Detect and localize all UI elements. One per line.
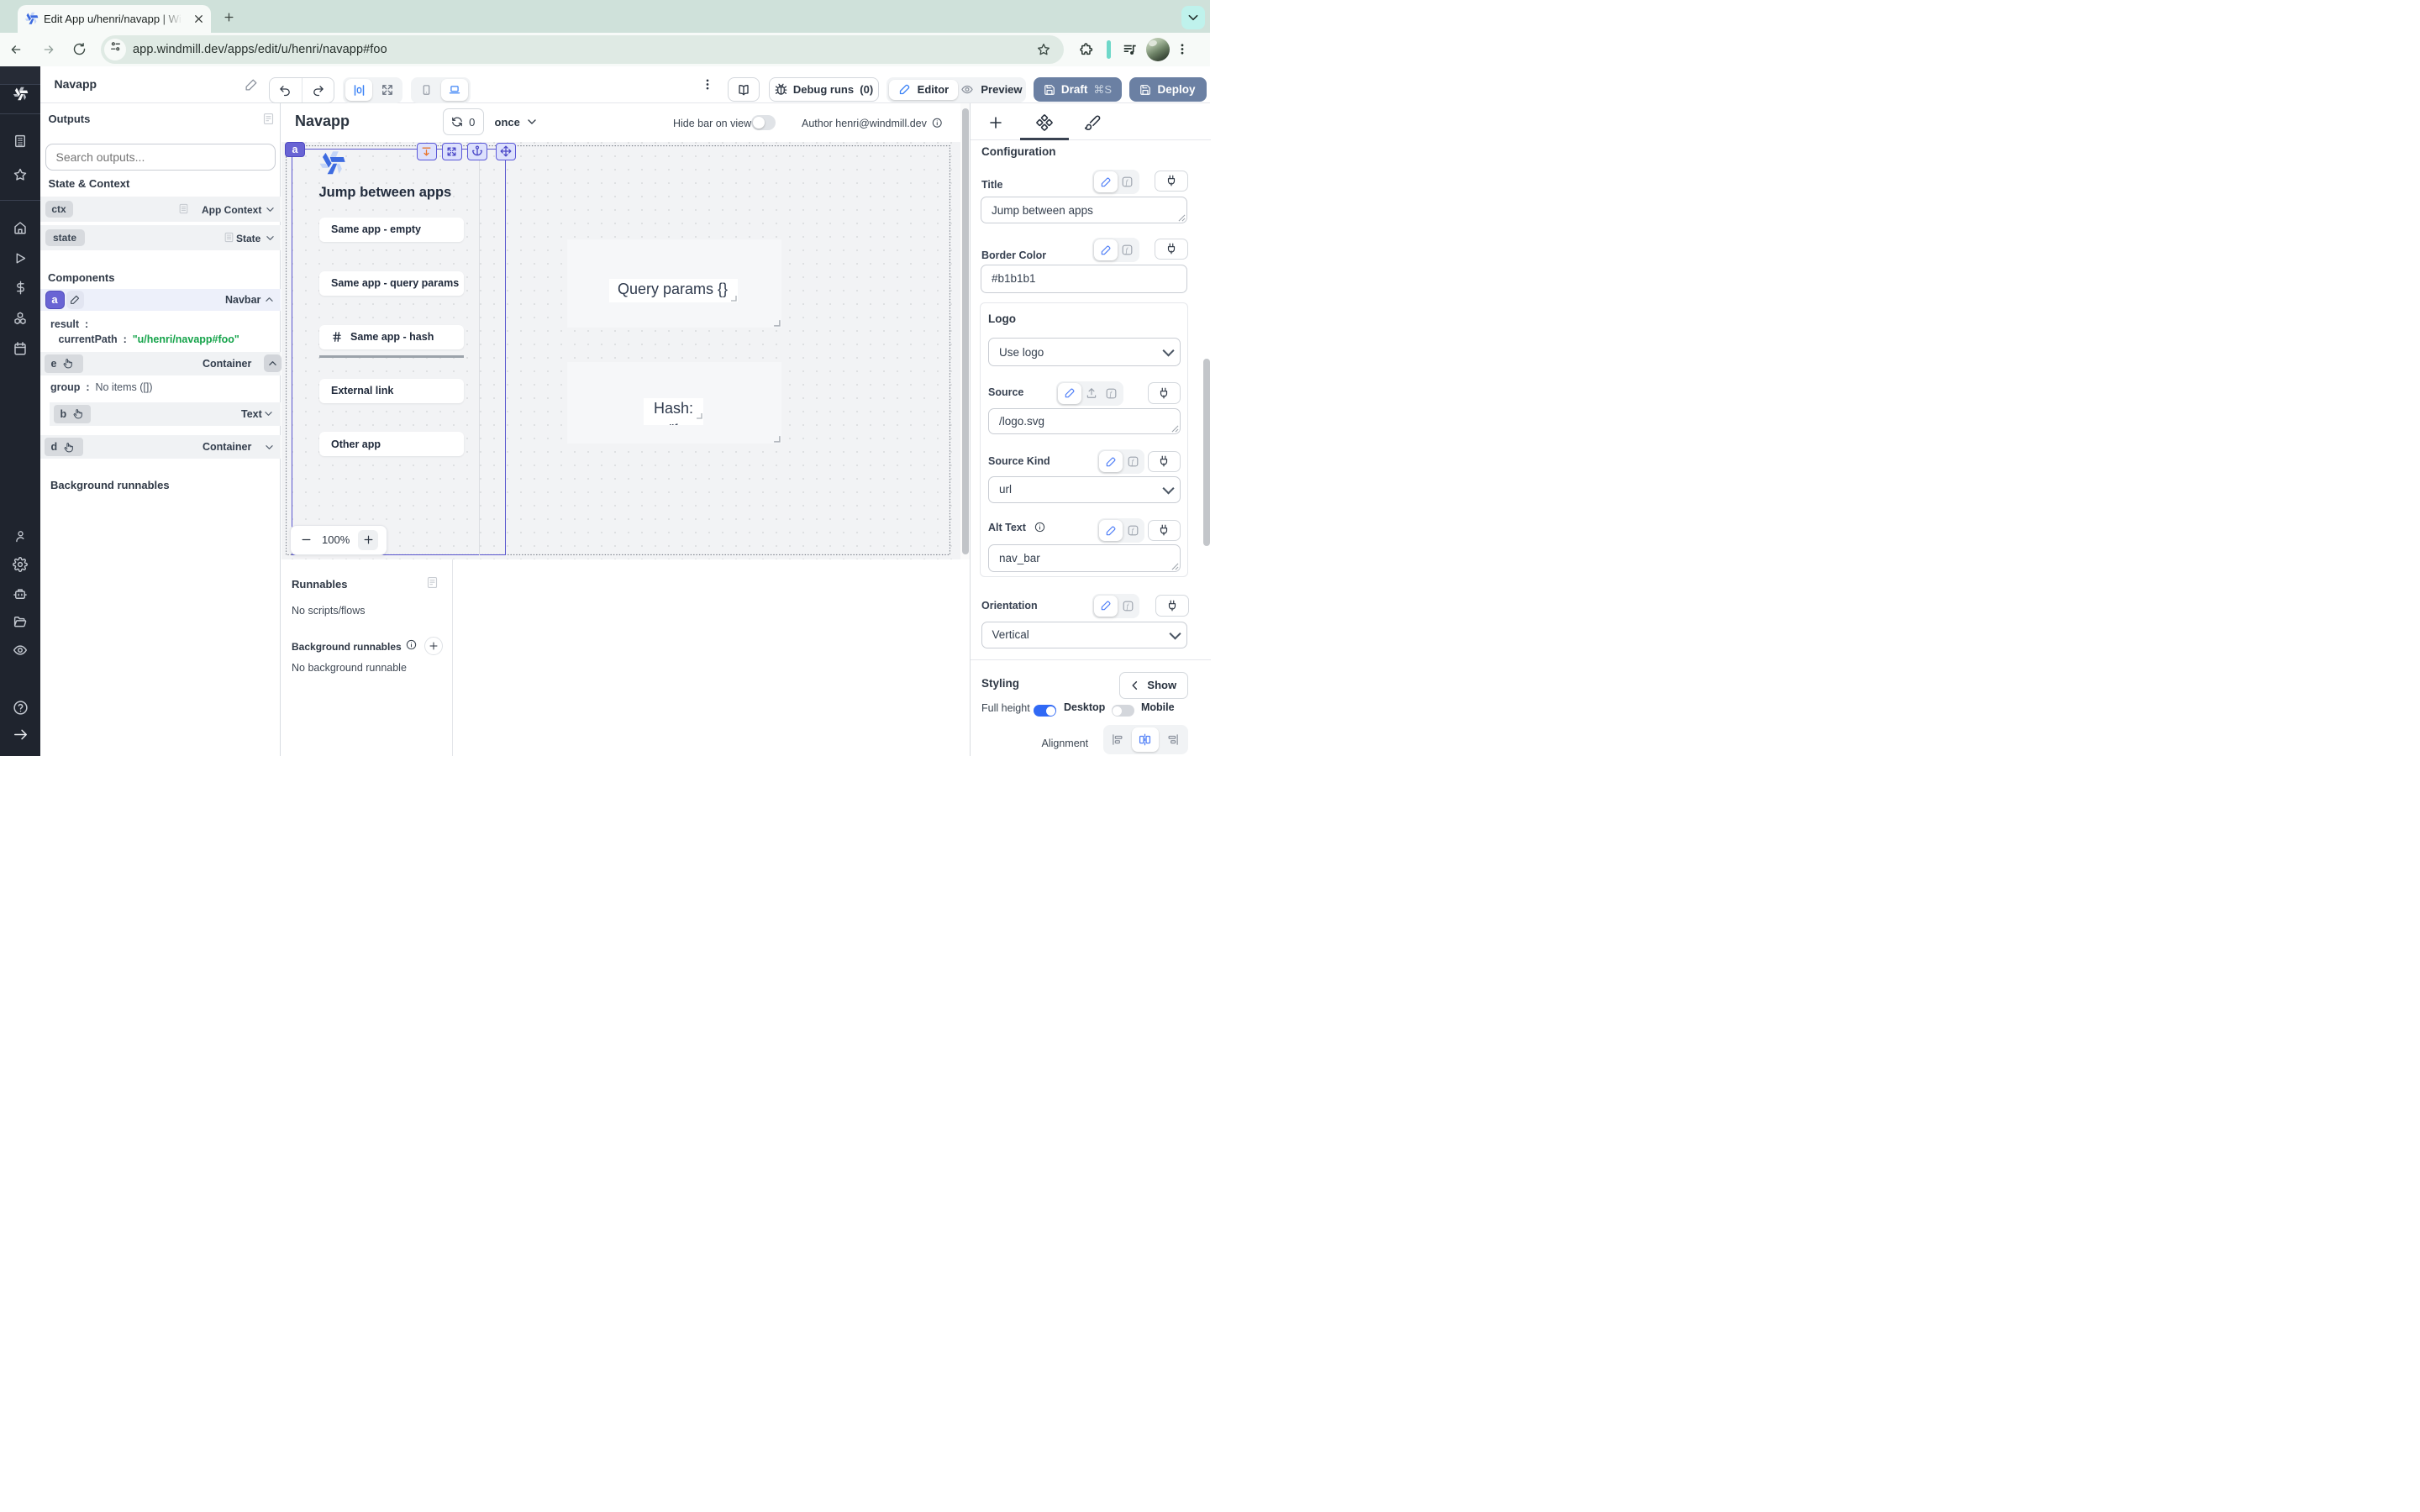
svg-text:f: f <box>1126 602 1129 610</box>
svg-text:f: f <box>1131 458 1134 465</box>
svg-text:f: f <box>1126 178 1129 186</box>
svg-text:f: f <box>1126 246 1129 254</box>
svg-text:f: f <box>1110 390 1113 397</box>
svg-text:f: f <box>1131 527 1134 534</box>
